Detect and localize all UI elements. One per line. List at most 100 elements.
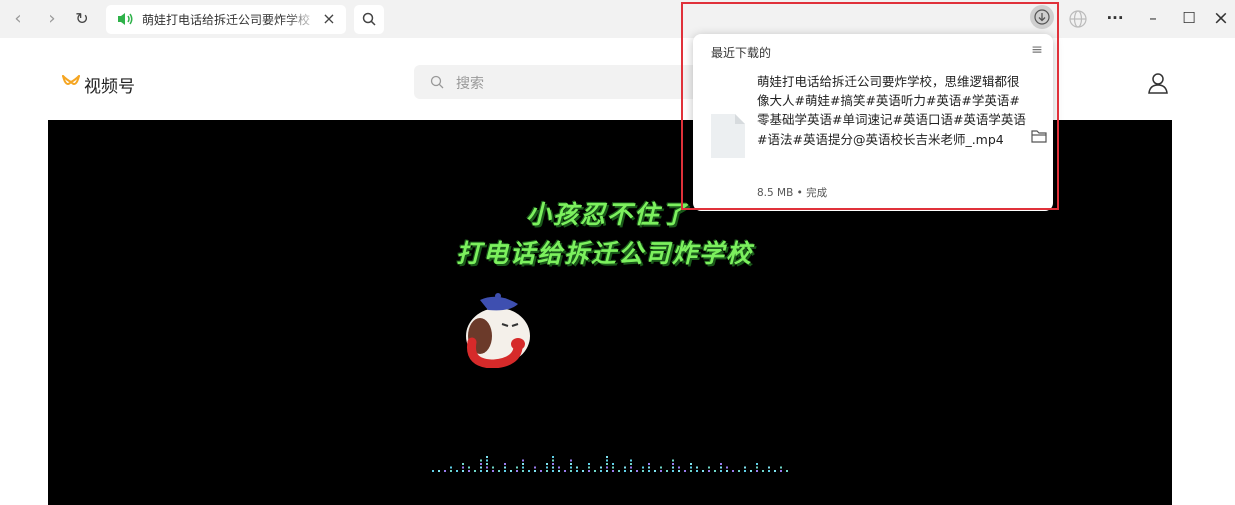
waveform-dot (642, 470, 644, 472)
tab-search-button[interactable] (354, 5, 384, 34)
waveform-dot (762, 470, 764, 472)
waveform-dot (504, 463, 506, 465)
waveform-dot (672, 463, 674, 465)
waveform-dot (606, 466, 608, 469)
downloads-button[interactable] (1030, 5, 1054, 29)
waveform-dot (462, 470, 464, 472)
waveform-dot (780, 470, 782, 472)
speaker-icon (118, 13, 133, 25)
forward-button[interactable]: › (40, 7, 64, 31)
waveform-dot (570, 470, 572, 472)
waveform-dot (690, 466, 692, 469)
download-item-name[interactable]: 萌娃打电话给拆迁公司要炸学校，思维逻辑都很像大人#萌娃#搞笑#英语听力#英语#学… (757, 72, 1027, 172)
waveform-dot (606, 463, 608, 465)
downloads-panel: 最近下载的 ≡ 萌娃打电话给拆迁公司要炸学校，思维逻辑都很像大人#萌娃#搞笑#英… (693, 34, 1053, 211)
waveform-dot (690, 470, 692, 472)
video-caption-line2: 打电话给拆迁公司炸学校 (456, 239, 754, 268)
waveform-dot (552, 456, 554, 458)
reload-button[interactable]: ↻ (70, 7, 94, 31)
search-input[interactable]: 搜索 (414, 65, 704, 99)
site-name: 视频号 (84, 77, 135, 97)
waveform-dot (666, 470, 668, 472)
waveform-dot (540, 470, 542, 472)
waveform-dot (648, 463, 650, 465)
minimize-button[interactable]: – (1138, 4, 1168, 32)
audio-waveform (432, 456, 788, 472)
waveform-dot (552, 470, 554, 472)
waveform-dot (552, 459, 554, 462)
waveform-dot (438, 470, 440, 472)
waveform-dot (462, 463, 464, 465)
waveform-dot (744, 470, 746, 472)
waveform-dot (672, 466, 674, 469)
waveform-dot (630, 463, 632, 465)
waveform-dot (648, 470, 650, 472)
waveform-dot (744, 466, 746, 469)
waveform-dot (546, 463, 548, 465)
waveform-dot (582, 470, 584, 472)
waveform-dot (630, 470, 632, 472)
tab-title-fade (284, 8, 320, 30)
search-placeholder: 搜索 (456, 76, 484, 92)
tab-close-button[interactable]: × (318, 8, 340, 30)
globe-icon[interactable] (1066, 7, 1090, 31)
waveform-dot (444, 470, 446, 472)
waveform-dot (720, 470, 722, 472)
waveform-dot (708, 470, 710, 472)
waveform-dot (606, 456, 608, 458)
site-logo[interactable]: 视频号 (62, 72, 182, 97)
waveform-dot (774, 470, 776, 472)
waveform-dot (498, 470, 500, 472)
waveform-dot (672, 459, 674, 462)
waveform-dot (708, 466, 710, 469)
waveform-dot (738, 470, 740, 472)
waveform-dot (474, 470, 476, 472)
waveform-dot (504, 470, 506, 472)
waveform-dot (510, 470, 512, 472)
search-icon (430, 75, 444, 89)
waveform-dot (720, 466, 722, 469)
waveform-dot (486, 470, 488, 472)
user-icon[interactable] (1146, 71, 1170, 95)
window-close-button[interactable]: × (1206, 4, 1235, 32)
folder-icon[interactable] (1031, 129, 1047, 143)
waveform-dot (780, 466, 782, 469)
waveform-dot (534, 470, 536, 472)
waveform-dot (522, 466, 524, 469)
waveform-dot (450, 466, 452, 469)
channels-logo-icon (62, 75, 80, 85)
video-caption-line1: 小孩忍不住了 (526, 200, 689, 229)
waveform-dot (642, 466, 644, 469)
waveform-dot (702, 470, 704, 472)
maximize-button[interactable]: ☐ (1174, 4, 1204, 32)
waveform-dot (714, 470, 716, 472)
back-button[interactable]: ‹ (6, 7, 30, 31)
waveform-dot (618, 470, 620, 472)
download-item-status: 8.5 MB • 完成 (757, 187, 828, 199)
waveform-dot (570, 466, 572, 469)
browser-tab[interactable]: 萌娃打电话给拆迁公司要炸学校 × (106, 5, 346, 34)
waveform-dot (480, 466, 482, 469)
waveform-dot (486, 463, 488, 465)
waveform-dot (606, 459, 608, 462)
waveform-dot (678, 466, 680, 469)
waveform-dot (570, 463, 572, 465)
file-icon (711, 114, 745, 158)
cartoon-dog-sticker (466, 293, 530, 368)
waveform-dot (756, 470, 758, 472)
downloads-menu-button[interactable]: ≡ (1029, 42, 1045, 58)
waveform-dot (546, 470, 548, 472)
more-menu-button[interactable]: ··· (1100, 4, 1130, 32)
downloads-heading: 最近下载的 (711, 46, 772, 60)
waveform-dot (552, 463, 554, 465)
waveform-dot (726, 470, 728, 472)
waveform-dot (768, 466, 770, 469)
waveform-dot (600, 470, 602, 472)
waveform-dot (468, 470, 470, 472)
waveform-dot (630, 459, 632, 462)
waveform-dot (516, 470, 518, 472)
waveform-dot (462, 466, 464, 469)
waveform-dot (486, 466, 488, 469)
search-icon (362, 12, 376, 26)
waveform-dot (570, 459, 572, 462)
